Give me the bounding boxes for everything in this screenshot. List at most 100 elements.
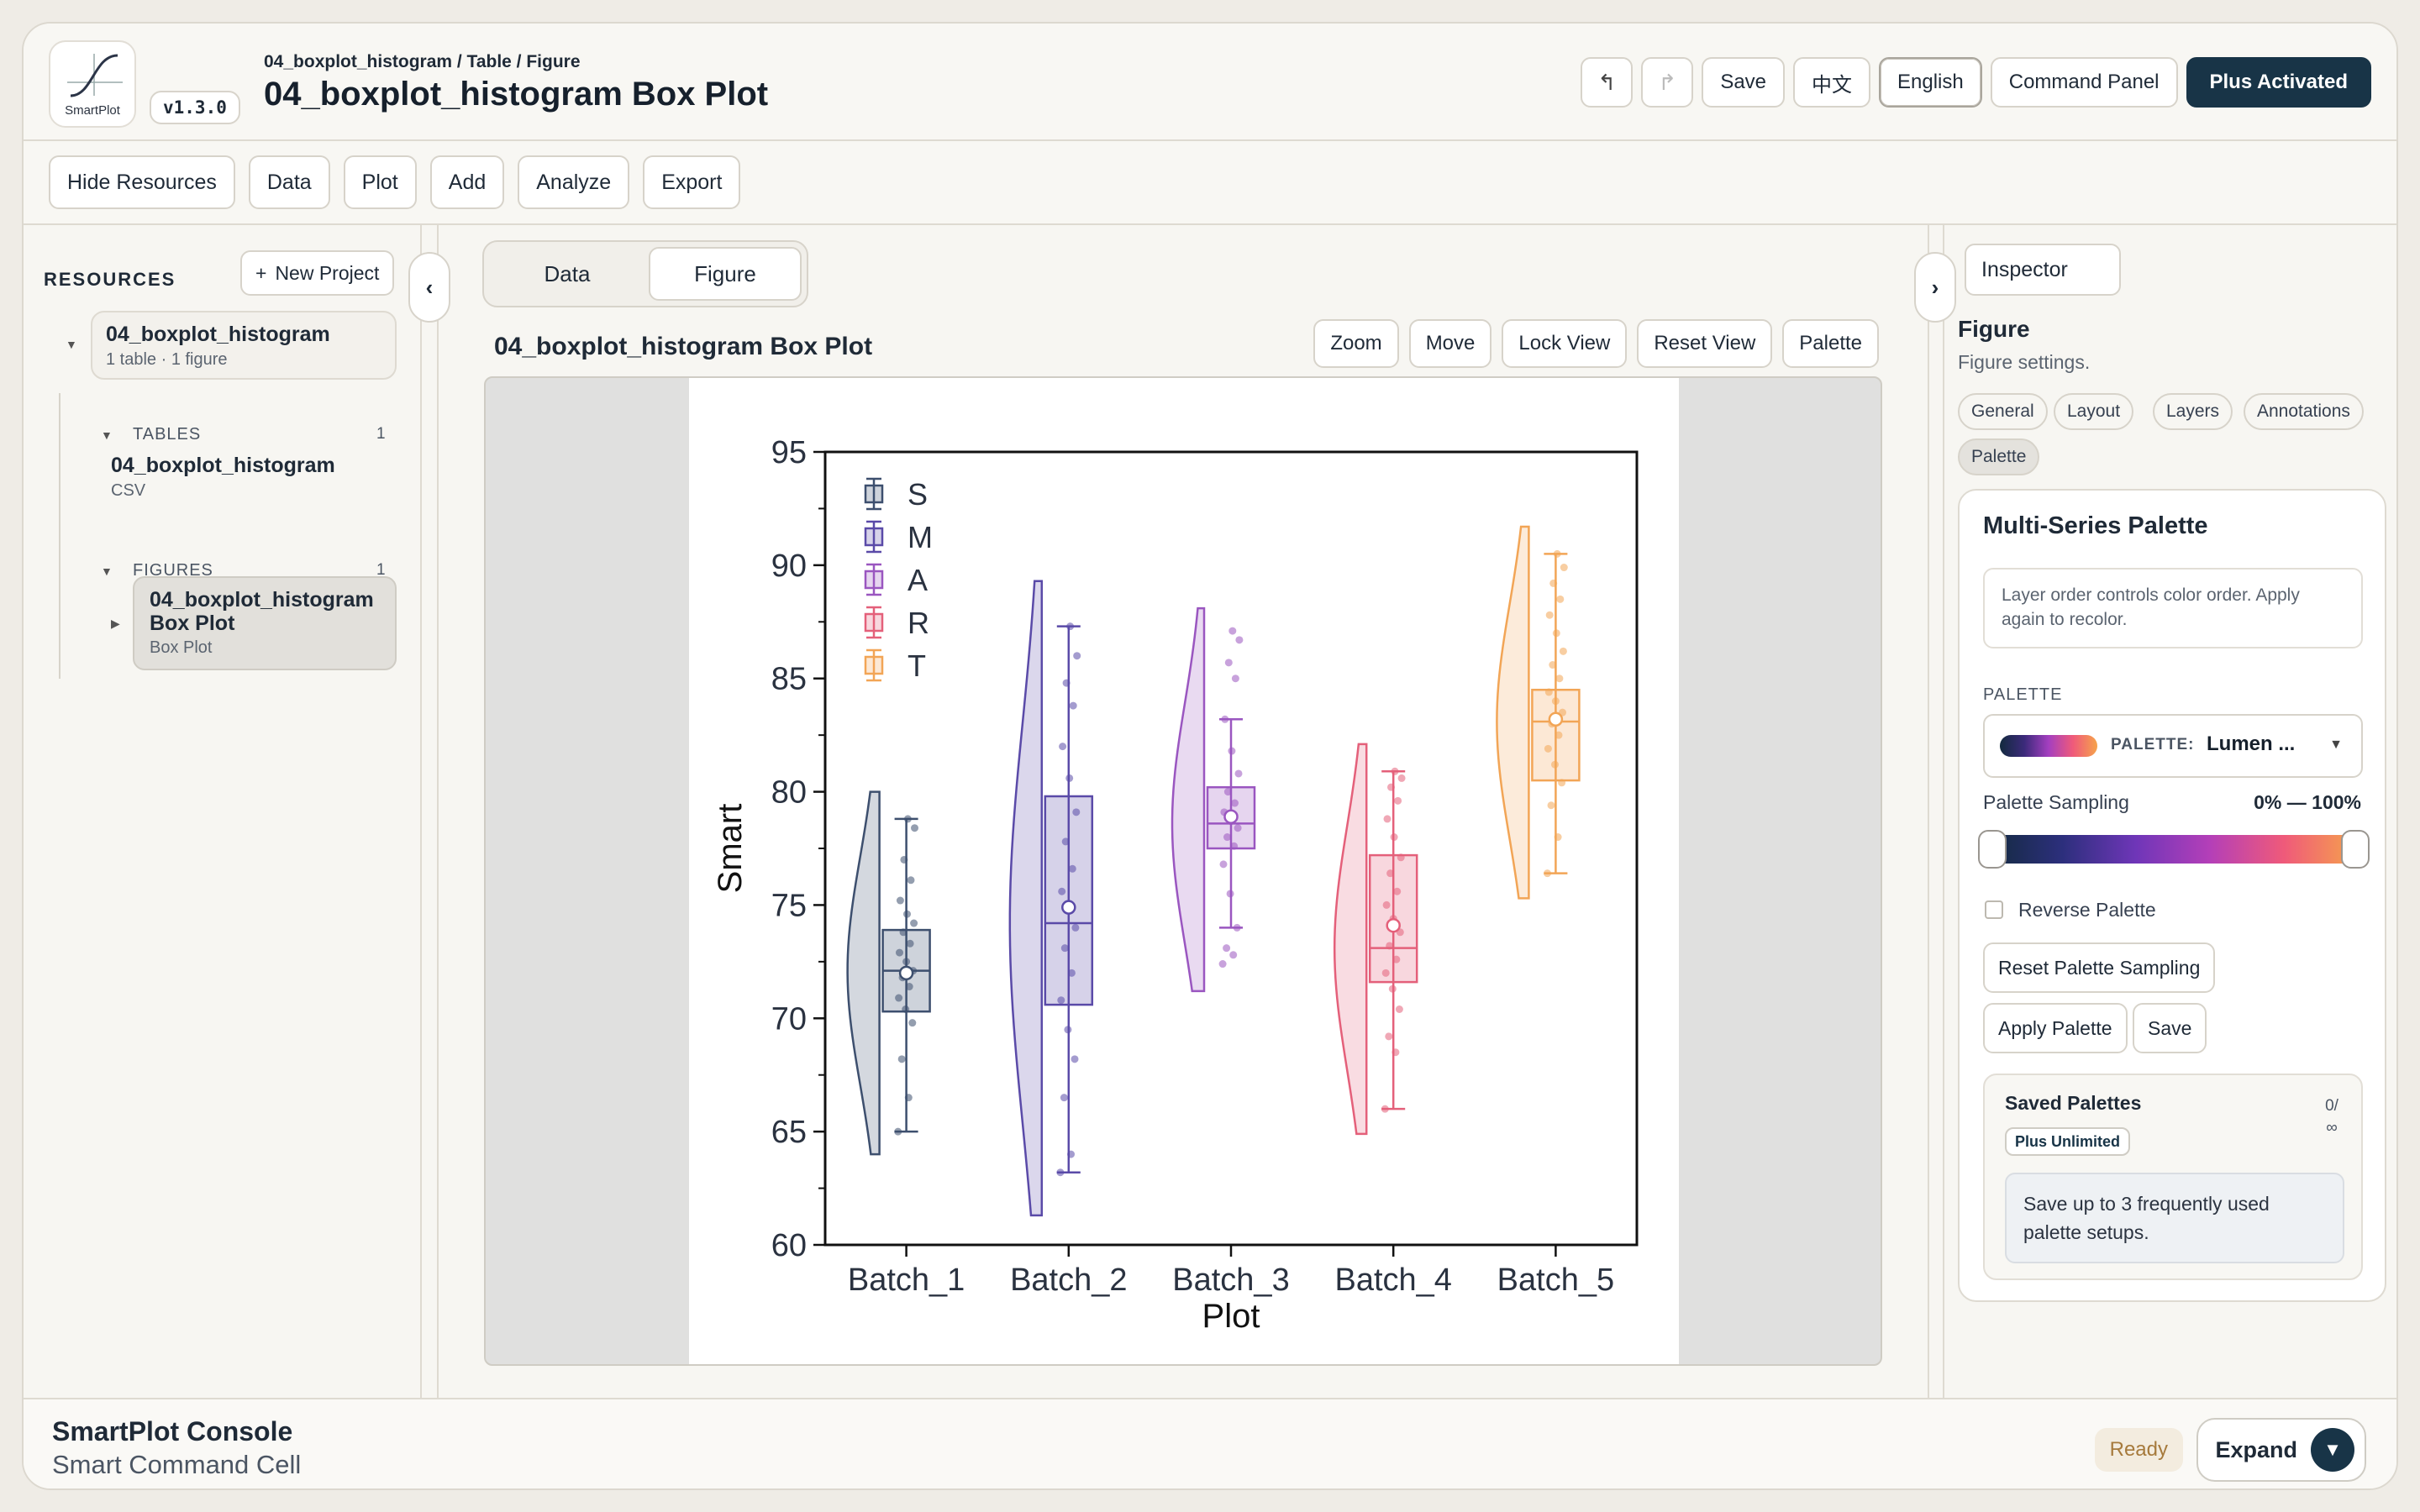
table-item[interactable]: 04_boxplot_histogram CSV	[111, 454, 335, 501]
tab-figure[interactable]: Figure	[649, 247, 802, 301]
data-point	[1555, 675, 1564, 683]
data-point	[1392, 1048, 1400, 1057]
save-palette-button[interactable]: Save	[2133, 1003, 2207, 1053]
tables-expand-icon[interactable]: ▼	[101, 428, 113, 442]
sampling-slider[interactable]	[1988, 835, 2358, 864]
plot-menu-button[interactable]: Plot	[343, 155, 417, 209]
figure-viewport[interactable]: 60 65 70 75 80 85 90 95 Batch_1 Batch_2 Batch_3 Bat…	[484, 376, 1882, 1366]
data-point	[1067, 1150, 1075, 1158]
sampling-end-handle[interactable]	[2341, 830, 2370, 869]
y-tick-label: 95	[771, 435, 807, 470]
add-menu-button[interactable]: Add	[429, 155, 505, 209]
legend-label: R	[908, 606, 929, 640]
lang-en-button[interactable]: English	[1879, 57, 1982, 108]
app-logo[interactable]: SmartPlot	[49, 40, 136, 128]
move-button[interactable]: Move	[1408, 319, 1492, 368]
reverse-palette-checkbox[interactable]	[1985, 900, 2003, 919]
data-point	[905, 983, 913, 991]
data-point	[1549, 661, 1557, 669]
data-point	[1387, 783, 1395, 791]
data-point	[1545, 611, 1554, 619]
palette-button[interactable]: Palette	[1782, 319, 1879, 368]
chevron-right-icon: ›	[1931, 274, 1939, 300]
data-point	[1226, 890, 1234, 898]
data-point	[1060, 944, 1069, 953]
analyze-menu-button[interactable]: Analyze	[518, 155, 630, 209]
reset-sampling-button[interactable]: Reset Palette Sampling	[1983, 942, 2216, 993]
plus-unlimited-badge: Plus Unlimited	[2005, 1127, 2131, 1156]
project-meta: 1 table · 1 figure	[106, 350, 228, 369]
zoom-button[interactable]: Zoom	[1313, 319, 1399, 368]
tab-palette[interactable]: Palette	[1958, 438, 2040, 475]
lang-zh-button[interactable]: 中文	[1793, 57, 1871, 108]
legend-label: M	[908, 520, 933, 554]
header-actions: ↰ ↱ Save 中文 English Command Panel Plus A…	[1581, 57, 2371, 108]
y-tick-label: 65	[771, 1115, 807, 1150]
y-axis-label: Smart	[712, 804, 749, 894]
plus-activated-button[interactable]: Plus Activated	[2186, 57, 2371, 108]
collapse-left-button[interactable]: ‹	[408, 252, 450, 323]
palette-select[interactable]: PALETTE: Lumen ... ▼	[1983, 714, 2363, 778]
data-point	[911, 824, 918, 832]
palette-card-title: Multi-Series Palette	[1983, 512, 2208, 539]
data-point	[906, 939, 914, 948]
mean-marker	[1061, 900, 1076, 915]
tab-layout[interactable]: Layout	[2054, 393, 2134, 430]
palette-card: Multi-Series Palette Layer order control…	[1958, 489, 2386, 1302]
data-point	[1221, 715, 1229, 723]
figures-expand-icon[interactable]: ▼	[101, 564, 113, 578]
tab-layers[interactable]: Layers	[2153, 393, 2233, 430]
data-point	[1390, 833, 1398, 842]
data-menu-button[interactable]: Data	[248, 155, 330, 209]
breadcrumb[interactable]: 04_boxplot_histogram / Table / Figure	[264, 52, 581, 72]
undo-button[interactable]: ↰	[1581, 57, 1634, 108]
figure-expand-icon[interactable]: ▶	[111, 617, 120, 631]
project-item[interactable]: 04_boxplot_histogram 1 table · 1 figure	[91, 311, 397, 380]
data-point	[1383, 815, 1392, 823]
left-divider[interactable]	[437, 225, 439, 1398]
figure-item[interactable]: 04_boxplot_histogram Box Plot Box Plot	[133, 576, 397, 670]
expand-console-button[interactable]: Expand ▼	[2196, 1418, 2366, 1482]
tab-data[interactable]: Data	[491, 247, 644, 301]
data-point	[1549, 579, 1558, 587]
data-point	[902, 1005, 910, 1013]
data-point	[1229, 951, 1238, 959]
reset-view-button[interactable]: Reset View	[1637, 319, 1773, 368]
mean-marker	[1223, 809, 1239, 824]
mean-marker	[898, 965, 914, 981]
series-Batch_5	[1496, 525, 1581, 900]
data-point	[1551, 760, 1559, 769]
tree-line	[59, 393, 60, 679]
command-panel-button[interactable]: Command Panel	[1990, 57, 2178, 108]
inspector-button[interactable]: Inspector	[1965, 244, 2121, 296]
lock-view-button[interactable]: Lock View	[1502, 319, 1628, 368]
data-point	[896, 948, 903, 957]
tab-general[interactable]: General	[1958, 393, 2048, 430]
data-point	[894, 1127, 902, 1136]
collapse-right-button[interactable]: ›	[1914, 252, 1956, 323]
mean-marker	[1386, 917, 1401, 933]
box-plot-chart[interactable]: 60 65 70 75 80 85 90 95 Batch_1 Batch_2 Batch_3 Bat…	[689, 378, 1679, 1366]
reverse-palette-label: Reverse Palette	[2018, 899, 2156, 921]
x-tick-label: Batch_4	[1334, 1263, 1451, 1298]
project-expand-icon[interactable]: ▼	[66, 338, 77, 351]
hide-resources-button[interactable]: Hide Resources	[49, 155, 235, 209]
console-subtitle: Smart Command Cell	[52, 1450, 302, 1479]
data-point	[1394, 796, 1402, 805]
right-divider[interactable]	[1928, 225, 1929, 1398]
saved-palettes-panel: Saved Palettes 0/ ∞ Plus Unlimited Save …	[1983, 1074, 2363, 1280]
x-tick-label: Batch_2	[1010, 1263, 1127, 1298]
inspector-subtitle: Figure settings.	[1958, 351, 2091, 373]
figure-canvas[interactable]: 60 65 70 75 80 85 90 95 Batch_1 Batch_2 Batch_3 Bat…	[689, 378, 1679, 1366]
sampling-start-handle[interactable]	[1978, 830, 2007, 869]
data-point	[1235, 636, 1244, 644]
save-button[interactable]: Save	[1702, 57, 1786, 108]
tab-annotations[interactable]: Annotations	[2244, 393, 2364, 430]
apply-palette-button[interactable]: Apply Palette	[1983, 1003, 2128, 1053]
redo-button[interactable]: ↱	[1641, 57, 1694, 108]
data-point	[1073, 652, 1081, 660]
new-project-button[interactable]: + New Project	[240, 250, 395, 296]
data-point	[1072, 808, 1081, 816]
export-menu-button[interactable]: Export	[643, 155, 741, 209]
data-point	[1385, 1032, 1393, 1041]
